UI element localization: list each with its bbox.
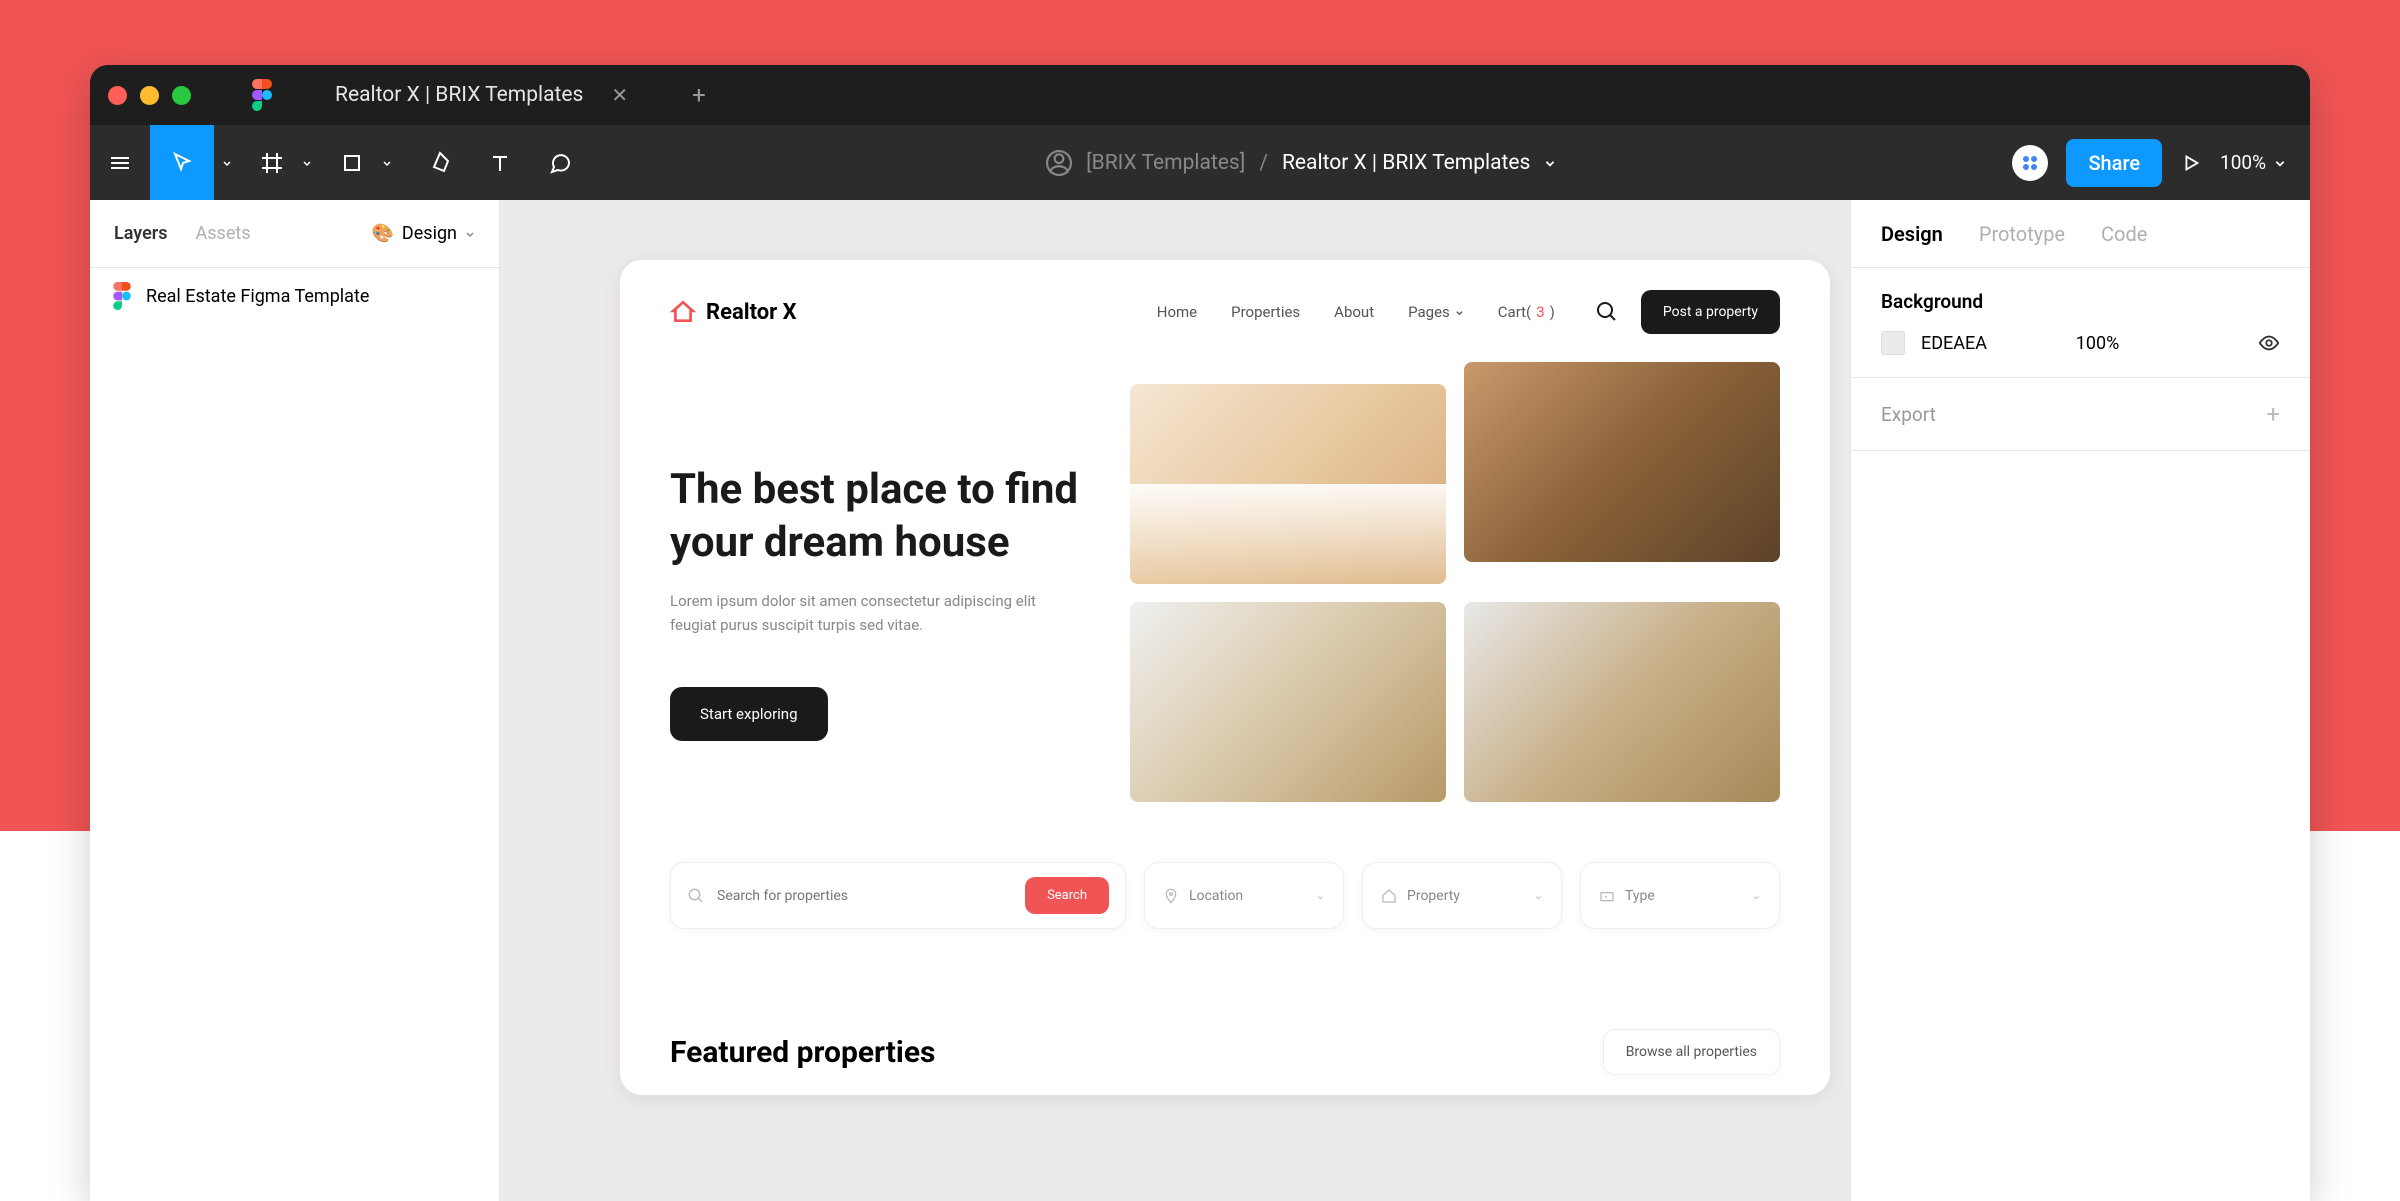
hero-image: [1130, 384, 1446, 584]
search-bar: Search Location⌄ Property⌄ Type⌄: [620, 842, 1830, 969]
nav-about[interactable]: About: [1334, 303, 1374, 321]
hero-description: Lorem ipsum dolor sit amen consectetur a…: [670, 589, 1050, 637]
color-swatch[interactable]: [1881, 331, 1905, 355]
bg-hex-value[interactable]: EDEAEA: [1921, 333, 1987, 354]
location-filter[interactable]: Location⌄: [1144, 862, 1344, 929]
search-input[interactable]: [717, 888, 1013, 904]
separator: /: [1259, 151, 1268, 175]
new-tab-button[interactable]: +: [692, 81, 706, 109]
traffic-lights: [108, 86, 191, 105]
document-tab[interactable]: Realtor X | BRIX Templates ✕: [309, 65, 654, 125]
pen-tool[interactable]: [410, 125, 470, 200]
community-icon[interactable]: [2012, 145, 2048, 181]
location-icon: [1163, 888, 1179, 904]
frame-tool[interactable]: [250, 125, 294, 200]
chevron-down-icon[interactable]: [294, 158, 320, 168]
hero-image: [1464, 602, 1780, 802]
visibility-icon[interactable]: [2258, 332, 2280, 354]
chevron-down-icon[interactable]: [214, 158, 240, 168]
file-owner[interactable]: [BRIX Templates]: [1086, 151, 1245, 175]
minimize-window-icon[interactable]: [140, 86, 159, 105]
user-icon: [1046, 150, 1072, 176]
page-name: Design: [402, 223, 457, 244]
workspace: Layers Assets 🎨 Design Real Estate Figma…: [90, 200, 2310, 1201]
nav-pages[interactable]: Pages: [1408, 303, 1464, 321]
chevron-down-icon[interactable]: [1544, 157, 1556, 169]
tab-design[interactable]: Design: [1881, 222, 1943, 246]
zoom-control[interactable]: 100%: [2220, 151, 2286, 174]
main-nav: Home Properties About Pages Cart(3): [1157, 303, 1555, 321]
chevron-down-icon: [1455, 308, 1464, 317]
toolbar: [BRIX Templates] / Realtor X | BRIX Temp…: [90, 125, 2310, 200]
search-button[interactable]: Search: [1025, 877, 1109, 914]
tab-prototype[interactable]: Prototype: [1979, 222, 2065, 246]
hero-image: [1464, 362, 1780, 562]
bg-opacity-value[interactable]: 100%: [2076, 333, 2120, 354]
export-section-title: Export: [1881, 403, 1936, 426]
layer-name: Real Estate Figma Template: [146, 286, 369, 307]
browse-all-button[interactable]: Browse all properties: [1603, 1029, 1780, 1075]
text-tool[interactable]: [470, 125, 530, 200]
price-icon: [1599, 888, 1615, 904]
search-input-box[interactable]: Search: [670, 862, 1126, 929]
start-exploring-button[interactable]: Start exploring: [670, 687, 828, 741]
post-property-button[interactable]: Post a property: [1641, 290, 1780, 334]
main-menu-button[interactable]: [90, 125, 150, 200]
chevron-down-icon[interactable]: [374, 158, 400, 168]
background-section-title: Background: [1881, 290, 2280, 313]
design-panel: Design Prototype Code Background EDEAEA …: [1850, 200, 2310, 1201]
comment-tool[interactable]: [530, 125, 590, 200]
brand-logo[interactable]: Realtor X: [670, 299, 797, 325]
hero-image: [1130, 602, 1446, 802]
file-name[interactable]: Realtor X | BRIX Templates: [1282, 151, 1530, 175]
house-icon: [670, 299, 696, 325]
nav-home[interactable]: Home: [1157, 303, 1197, 321]
maximize-window-icon[interactable]: [172, 86, 191, 105]
nav-properties[interactable]: Properties: [1231, 303, 1300, 321]
close-tab-icon[interactable]: ✕: [611, 83, 628, 107]
type-filter[interactable]: Type⌄: [1580, 862, 1780, 929]
property-filter[interactable]: Property⌄: [1362, 862, 1562, 929]
canvas[interactable]: Realtor X Home Properties About Pages Ca…: [500, 200, 1850, 1201]
chevron-down-icon: [2274, 157, 2286, 169]
brand-name: Realtor X: [706, 300, 797, 325]
artboard[interactable]: Realtor X Home Properties About Pages Ca…: [620, 260, 1830, 1095]
chevron-down-icon: ⌄: [1534, 889, 1543, 902]
chevron-down-icon: ⌄: [1316, 889, 1325, 902]
hero-section: The best place to find your dream house …: [620, 364, 1830, 842]
tab-layers[interactable]: Layers: [114, 223, 168, 244]
page-selector[interactable]: 🎨 Design: [372, 223, 476, 244]
figma-file-icon: [112, 282, 132, 310]
titlebar: Realtor X | BRIX Templates ✕ +: [90, 65, 2310, 125]
tab-code[interactable]: Code: [2101, 222, 2147, 246]
tab-title: Realtor X | BRIX Templates: [335, 83, 583, 107]
featured-title: Featured properties: [670, 1035, 935, 1070]
search-icon[interactable]: [1595, 300, 1619, 324]
close-window-icon[interactable]: [108, 86, 127, 105]
site-header: Realtor X Home Properties About Pages Ca…: [620, 260, 1830, 364]
hero-title: The best place to find your dream house: [670, 464, 1090, 569]
layer-item[interactable]: Real Estate Figma Template: [90, 268, 499, 324]
hero-image-grid: [1130, 384, 1780, 802]
featured-section: Featured properties Browse all propertie…: [620, 969, 1830, 1095]
house-icon: [1381, 888, 1397, 904]
nav-cart[interactable]: Cart(3): [1498, 303, 1555, 321]
move-tool[interactable]: [150, 125, 214, 200]
chevron-down-icon: [465, 229, 475, 239]
present-icon[interactable]: [2180, 152, 2202, 174]
palette-icon: 🎨: [372, 223, 394, 244]
chevron-down-icon: ⌄: [1752, 889, 1761, 902]
zoom-value: 100%: [2220, 151, 2266, 174]
add-export-button[interactable]: +: [2266, 400, 2280, 428]
layers-panel: Layers Assets 🎨 Design Real Estate Figma…: [90, 200, 500, 1201]
search-icon: [687, 887, 705, 905]
share-button[interactable]: Share: [2066, 139, 2162, 187]
shape-tool[interactable]: [330, 125, 374, 200]
figma-logo-icon[interactable]: [251, 79, 273, 111]
tab-assets[interactable]: Assets: [196, 223, 251, 244]
figma-window: Realtor X | BRIX Templates ✕ +: [90, 65, 2310, 1201]
